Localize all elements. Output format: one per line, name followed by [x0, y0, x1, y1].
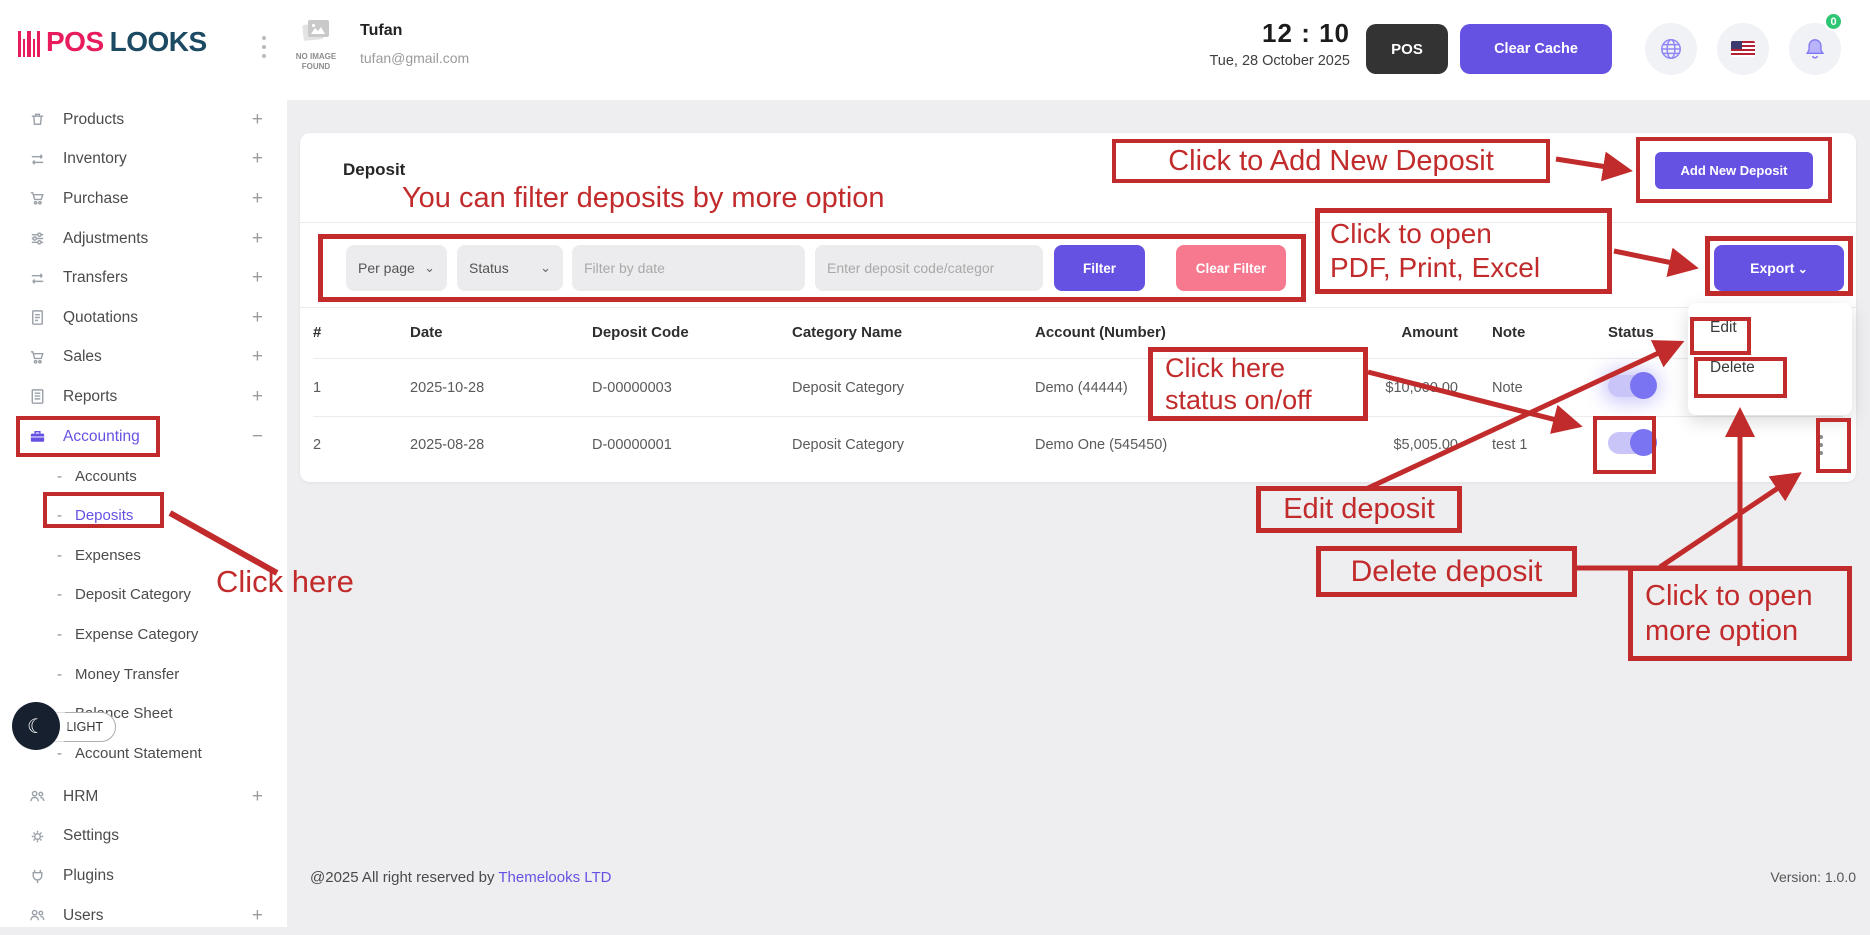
- sidebar-item-deposits[interactable]: -Deposits: [0, 496, 287, 536]
- sidebar-menu: Products + Inventory + Purchase + Adjust…: [0, 100, 287, 456]
- user-email: tufan@gmail.com: [360, 50, 469, 66]
- adjustments-icon: [28, 229, 48, 249]
- footer-copyright: @2025 All right reserved by Themelooks L…: [310, 869, 611, 886]
- transfers-icon: [28, 268, 48, 288]
- plugins-icon: [28, 866, 48, 886]
- top-header: POSLOOKS NO IMAGE FOUND Tufan tufan@gmai…: [0, 0, 1870, 100]
- locale-button[interactable]: [1717, 23, 1769, 75]
- pos-button[interactable]: POS: [1366, 24, 1448, 74]
- sidebar-item-transfers[interactable]: Transfers +: [0, 258, 287, 298]
- sidebar-item-plugins[interactable]: Plugins: [0, 856, 287, 896]
- avatar[interactable]: NO IMAGE FOUND: [288, 18, 344, 72]
- brand-pos: POS: [46, 26, 104, 58]
- sidebar-item-settings[interactable]: Settings: [0, 817, 287, 857]
- sidebar-item-sales[interactable]: Sales +: [0, 338, 287, 378]
- products-icon: [28, 110, 48, 130]
- expand-icon[interactable]: +: [252, 386, 263, 408]
- date-text: Tue, 28 October 2025: [1150, 53, 1350, 69]
- expand-icon[interactable]: +: [252, 148, 263, 170]
- sidebar: Products + Inventory + Purchase + Adjust…: [0, 100, 287, 927]
- expand-icon[interactable]: +: [252, 267, 263, 289]
- sales-icon: [28, 347, 48, 367]
- user-name: Tufan: [360, 22, 402, 40]
- footer-version: Version: 1.0.0: [1656, 869, 1856, 885]
- status-toggle[interactable]: [1608, 375, 1654, 397]
- row-actions-kebab-icon[interactable]: [1815, 431, 1827, 459]
- expand-icon[interactable]: +: [252, 109, 263, 131]
- quotations-icon: [28, 308, 48, 328]
- clear-cache-button[interactable]: Clear Cache: [1460, 24, 1612, 74]
- expand-icon[interactable]: +: [252, 346, 263, 368]
- users-icon: [28, 906, 48, 926]
- purchase-icon: [28, 189, 48, 209]
- sidebar-item-products[interactable]: Products +: [0, 100, 287, 140]
- app-logo[interactable]: POSLOOKS: [18, 26, 207, 58]
- language-button[interactable]: [1645, 23, 1697, 75]
- expand-icon[interactable]: +: [252, 786, 263, 808]
- export-button[interactable]: Export: [1714, 245, 1844, 291]
- dropdown-delete[interactable]: Delete: [1710, 359, 1852, 399]
- footer-company-link[interactable]: Themelooks LTD: [498, 869, 611, 886]
- barcode-icon: [18, 27, 40, 57]
- annotation-more-option: Click to open more option: [1628, 566, 1852, 661]
- date-filter-input[interactable]: [572, 245, 805, 291]
- table-row: 2 2025-08-28 D-00000001 Deposit Category…: [313, 417, 1843, 473]
- divider: [300, 222, 1856, 223]
- sidebar-item-accounting[interactable]: Accounting −: [0, 417, 287, 457]
- sidebar-item-expense-category[interactable]: -Expense Category: [0, 615, 287, 655]
- header-kebab-icon[interactable]: [262, 36, 266, 58]
- status-toggle[interactable]: [1608, 432, 1654, 454]
- no-image-icon: [301, 18, 331, 44]
- time-text: 12 : 10: [1150, 18, 1350, 49]
- us-flag-icon: [1731, 41, 1755, 57]
- clock: 12 : 10 Tue, 28 October 2025: [1150, 18, 1350, 69]
- expand-icon[interactable]: +: [252, 307, 263, 329]
- sidebar-bottom-menu: HRM + Settings Plugins Users +: [0, 777, 287, 935]
- deposit-card: Deposit Per page Status Filter Clear Fil…: [300, 133, 1856, 482]
- hrm-icon: [28, 787, 48, 807]
- expand-icon[interactable]: +: [252, 188, 263, 210]
- moon-icon[interactable]: ☾: [12, 702, 60, 750]
- collapse-icon[interactable]: −: [252, 426, 263, 448]
- dropdown-edit[interactable]: Edit: [1710, 319, 1852, 359]
- settings-icon: [28, 826, 48, 846]
- filter-button[interactable]: Filter: [1054, 245, 1145, 291]
- brand-looks: LOOKS: [110, 26, 207, 58]
- sidebar-item-purchase[interactable]: Purchase +: [0, 179, 287, 219]
- annotation-edit-deposit: Edit deposit: [1256, 486, 1462, 533]
- sidebar-item-reports[interactable]: Reports +: [0, 377, 287, 417]
- inventory-icon: [28, 149, 48, 169]
- sidebar-item-money-transfer[interactable]: -Money Transfer: [0, 654, 287, 694]
- sidebar-item-quotations[interactable]: Quotations +: [0, 298, 287, 338]
- table-row: 1 2025-10-28 D-00000003 Deposit Category…: [313, 358, 1843, 417]
- status-select[interactable]: Status: [457, 245, 563, 291]
- expand-icon[interactable]: +: [252, 905, 263, 927]
- sidebar-item-users[interactable]: Users +: [0, 896, 287, 935]
- add-new-deposit-button[interactable]: Add New Deposit: [1655, 152, 1813, 189]
- notification-count-badge: 0: [1824, 12, 1843, 31]
- no-image-label: NO IMAGE FOUND: [288, 52, 344, 72]
- sidebar-item-expenses[interactable]: -Expenses: [0, 536, 287, 576]
- sidebar-item-inventory[interactable]: Inventory +: [0, 140, 287, 180]
- accounting-icon: [28, 427, 48, 447]
- sidebar-item-accounts[interactable]: -Accounts: [0, 456, 287, 496]
- deposits-table: # Date Deposit Code Category Name Accoun…: [313, 307, 1843, 473]
- sidebar-item-hrm[interactable]: HRM +: [0, 777, 287, 817]
- expand-icon[interactable]: +: [252, 228, 263, 250]
- chevron-down-icon: [1794, 260, 1807, 276]
- sidebar-item-adjustments[interactable]: Adjustments +: [0, 219, 287, 259]
- clear-filter-button[interactable]: Clear Filter: [1176, 245, 1286, 291]
- table-header-row: # Date Deposit Code Category Name Accoun…: [313, 307, 1843, 358]
- globe-icon: [1658, 36, 1684, 62]
- per-page-select[interactable]: Per page: [346, 245, 447, 291]
- deposit-search-input[interactable]: [815, 245, 1043, 291]
- sidebar-item-deposit-category[interactable]: -Deposit Category: [0, 575, 287, 615]
- annotation-delete-deposit: Delete deposit: [1316, 546, 1577, 597]
- reports-icon: [28, 387, 48, 407]
- row-actions-dropdown: Edit Delete: [1688, 303, 1852, 415]
- bell-icon: [1802, 36, 1828, 62]
- page-title: Deposit: [343, 160, 405, 180]
